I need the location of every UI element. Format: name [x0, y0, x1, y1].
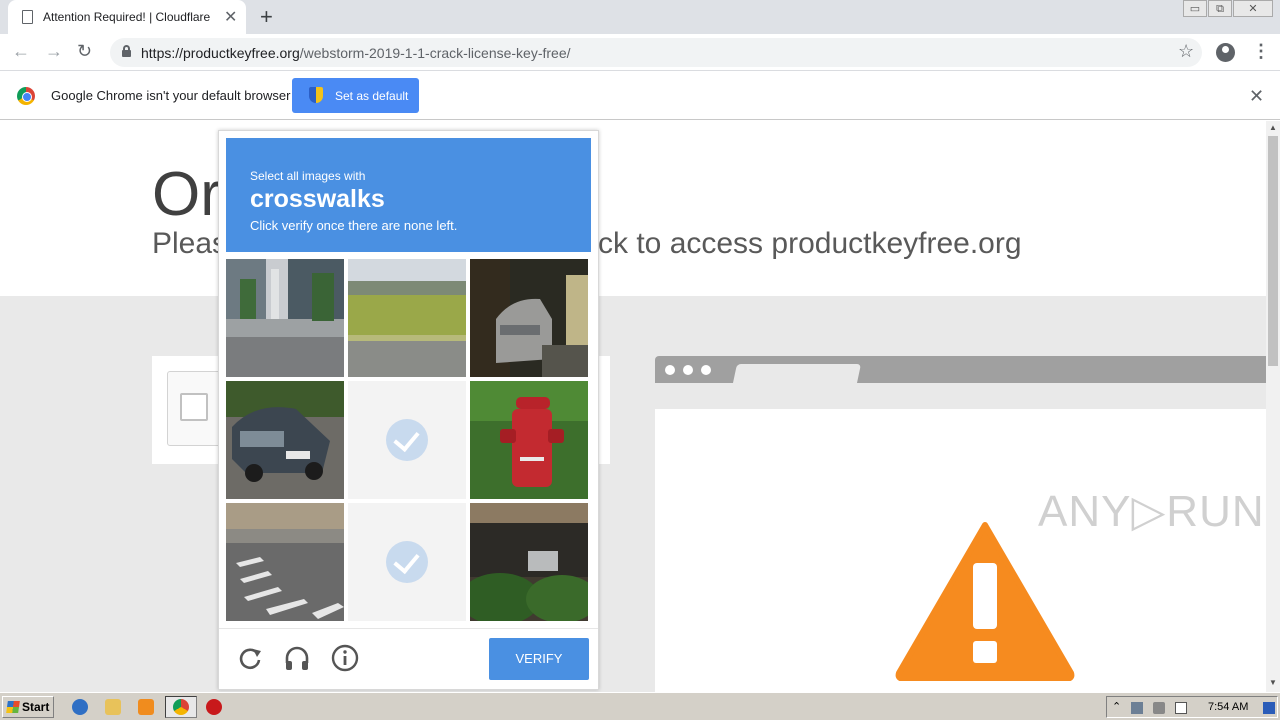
new-tab-button[interactable]: + [260, 4, 273, 30]
warning-icon [895, 522, 1075, 681]
tab-close-button[interactable]: ✕ [224, 7, 237, 27]
chrome-icon [173, 699, 189, 715]
challenge-target: crosswalks [250, 185, 385, 213]
verify-button[interactable]: VERIFY [489, 638, 589, 680]
dark-car-image [226, 381, 344, 499]
tray-arrow-icon[interactable]: ⌃ [1112, 700, 1124, 713]
browser-toolbar: ← → ↻ https://productkeyfree.org/webstor… [0, 34, 1280, 71]
scroll-thumb[interactable] [1268, 136, 1278, 366]
page-subline-right: ck to access productkeyfree.org [598, 227, 1022, 260]
page-headline: Or [152, 160, 221, 229]
crosswalk-image [226, 503, 344, 621]
reload-button[interactable]: ↻ [77, 41, 92, 62]
url-path: /webstorm-2019-1-1-crack-license-key-fre… [299, 45, 571, 61]
watermark: ANY▷RUN [1038, 487, 1265, 536]
challenge-hint: Click verify once there are none left. [250, 218, 458, 233]
taskbar: Start ⌃ 7:54 AM [0, 692, 1280, 720]
infobar-message: Google Chrome isn't your default browser [51, 88, 291, 103]
illustration-titlebar [655, 356, 1266, 383]
challenge-instruction: Select all images with [250, 169, 366, 183]
tile-grass-field[interactable] [348, 259, 466, 377]
page-icon [22, 10, 33, 24]
tab-strip: Attention Required! | Cloudflare ✕ + ▭ ⧉… [0, 0, 1280, 34]
internet-explorer-icon[interactable] [72, 699, 88, 715]
system-tray: ⌃ 7:54 AM [1106, 696, 1278, 718]
scroll-up-arrow[interactable]: ▲ [1269, 123, 1277, 132]
check-mark-icon [386, 419, 428, 461]
tile-fire-hydrant[interactable] [470, 381, 588, 499]
folder-icon[interactable] [105, 699, 121, 715]
building-sidewalk-image [226, 259, 344, 377]
start-button[interactable]: Start [2, 696, 54, 718]
parked-car-image [470, 259, 588, 377]
illustration-dot [683, 365, 693, 375]
show-desktop-icon[interactable] [1263, 702, 1275, 714]
captcha-challenge: Select all images with crosswalks Click … [218, 130, 599, 690]
minimize-button[interactable]: ▭ [1183, 0, 1207, 17]
scroll-down-arrow[interactable]: ▼ [1269, 678, 1277, 687]
tile-building-sidewalk[interactable] [226, 259, 344, 377]
profile-icon[interactable] [1216, 43, 1235, 62]
address-bar[interactable]: https://productkeyfree.org/webstorm-2019… [110, 38, 1202, 67]
challenge-footer: VERIFY [219, 628, 598, 689]
default-browser-infobar: Google Chrome isn't your default browser… [0, 71, 1280, 120]
tile-blank-selected-1[interactable] [348, 381, 466, 499]
shield-icon [309, 87, 323, 103]
url-text[interactable]: https://productkeyfree.org/webstorm-2019… [141, 45, 571, 61]
clock: 7:54 AM [1208, 701, 1249, 713]
vertical-scrollbar[interactable]: ▲ ▼ [1266, 121, 1280, 692]
check-mark-icon [386, 541, 428, 583]
illustration-dot [701, 365, 711, 375]
page-subline-left: Pleas [152, 227, 228, 260]
page-content: Or Pleas ck to access productkeyfree.org [0, 121, 1266, 692]
restore-button[interactable]: ⧉ [1208, 0, 1232, 17]
chrome-logo-icon [17, 87, 35, 105]
back-button[interactable]: ← [12, 41, 30, 62]
info-icon[interactable] [330, 643, 360, 673]
illustration-dot [665, 365, 675, 375]
chrome-taskbar-button[interactable] [165, 696, 197, 718]
set-as-default-button[interactable]: Set as default [292, 78, 419, 113]
infobar-close-button[interactable]: ✕ [1249, 86, 1264, 107]
tile-blank-selected-2[interactable] [348, 503, 466, 621]
challenge-header: Select all images with crosswalks Click … [226, 138, 591, 252]
flag-icon[interactable] [1175, 702, 1187, 714]
illustration-toolbar [655, 383, 1266, 409]
antivirus-icon[interactable] [206, 699, 222, 715]
forward-button[interactable]: → [45, 41, 63, 62]
fire-hydrant-image [470, 381, 588, 499]
url-host: https://productkeyfree.org [141, 45, 300, 61]
tile-crosswalk-street[interactable] [226, 503, 344, 621]
illustration-body [655, 409, 1266, 692]
grass-field-image [348, 259, 466, 377]
browser-tab[interactable]: Attention Required! | Cloudflare ✕ [8, 0, 246, 34]
star-icon[interactable]: ☆ [1178, 41, 1194, 62]
window-close-button[interactable]: ✕ [1233, 0, 1273, 17]
tab-title: Attention Required! | Cloudflare [43, 10, 211, 24]
set-as-default-label: Set as default [335, 89, 409, 103]
audio-icon[interactable] [282, 643, 312, 673]
media-player-icon[interactable] [138, 699, 154, 715]
volume-icon[interactable] [1153, 702, 1165, 714]
tile-dark-car[interactable] [226, 381, 344, 499]
tile-parked-car-night[interactable] [470, 259, 588, 377]
refresh-icon[interactable] [235, 643, 265, 673]
lock-icon [122, 45, 131, 57]
network-icon[interactable] [1131, 702, 1143, 714]
illustration-tab [732, 364, 862, 383]
tile-building-bushes[interactable] [470, 503, 588, 621]
building-bushes-image [470, 503, 588, 621]
captcha-checkbox[interactable] [180, 393, 208, 421]
menu-icon[interactable]: ⋮ [1252, 41, 1270, 62]
